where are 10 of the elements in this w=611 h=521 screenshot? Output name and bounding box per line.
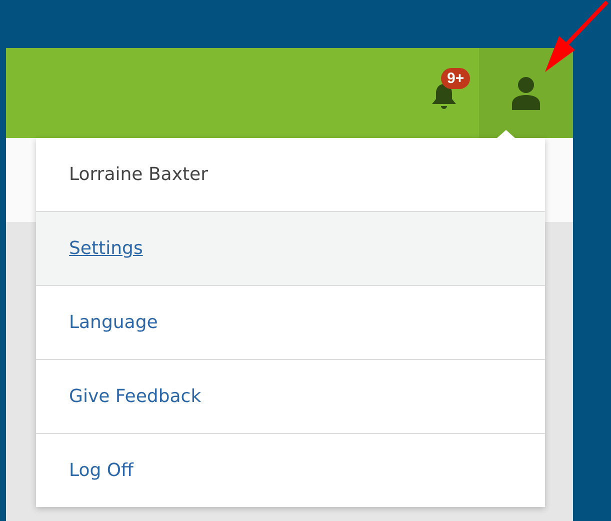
user-icon: [510, 76, 542, 110]
menu-item[interactable]: Give Feedback: [36, 359, 545, 433]
user-menu-button[interactable]: [479, 48, 573, 138]
menu-item[interactable]: Settings: [36, 211, 545, 285]
menu-item[interactable]: Log Off: [36, 433, 545, 507]
menu-item[interactable]: Language: [36, 285, 545, 359]
notifications-button[interactable]: 9+: [409, 48, 479, 138]
user-name: Lorraine Baxter: [68, 163, 210, 187]
bell-icon: [431, 82, 457, 112]
notification-badge: 9+: [441, 68, 470, 89]
